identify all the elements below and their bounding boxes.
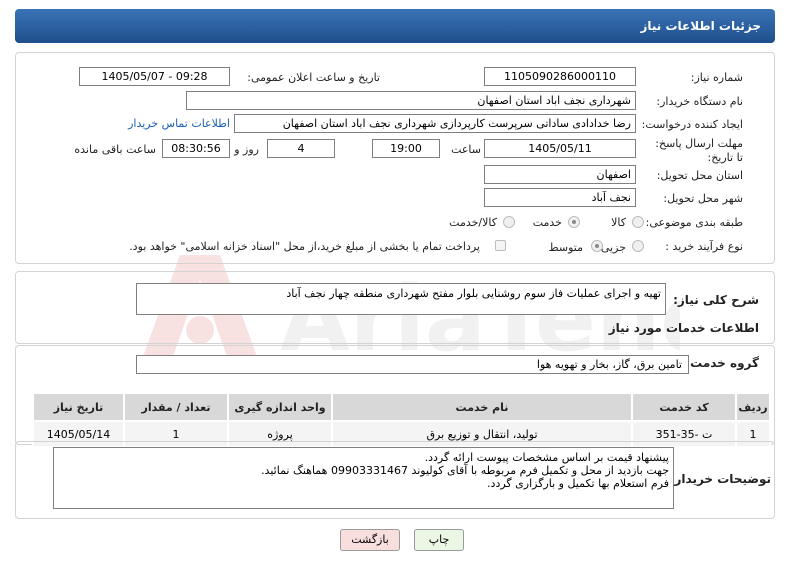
payment-checkbox[interactable]	[495, 240, 506, 251]
back-button[interactable]: بازگشت	[340, 529, 400, 551]
process-minor-radio[interactable]	[632, 240, 644, 252]
buyer-notes-label: توضیحات خریدار:	[669, 472, 771, 486]
buyer-notes-field: پیشنهاد قیمت بر اساس مشخصات پیوست ارائه …	[53, 447, 674, 509]
service-group-field: تامین برق، گاز، بخار و تهویه هوا	[136, 355, 689, 374]
summary-label: شرح کلی نیاز:	[673, 293, 759, 307]
deadline-time-field: 19:00	[372, 139, 440, 158]
col-unit: واحد اندازه گیری	[227, 392, 333, 422]
payment-note: پرداخت تمام یا بخشی از مبلغ خرید،از محل …	[129, 240, 480, 253]
remaining-label: ساعت باقی مانده	[74, 143, 156, 156]
need-number-label: شماره نیاز:	[690, 71, 743, 84]
category-label: طبقه بندی موضوعی:	[645, 216, 743, 229]
col-row: ردیف	[735, 392, 771, 422]
days-field: 4	[267, 139, 335, 158]
col-quantity: تعداد / مقدار	[123, 392, 229, 422]
page-title: جزئیات اطلاعات نیاز	[640, 19, 761, 33]
table-header-row: ردیف کد خدمت نام خدمت واحد اندازه گیری ت…	[32, 392, 771, 422]
city-field: نجف آباد	[484, 188, 636, 207]
announce-field: 1405/05/07 - 09:28	[79, 67, 230, 86]
time-label: ساعت	[451, 143, 481, 156]
creator-field: رضا خدادادی ساداتی سرپرست کارپردازی شهرد…	[234, 114, 636, 133]
city-label: شهر محل تحویل:	[663, 192, 743, 205]
buyer-org-field: شهرداری نجف اباد استان اصفهان	[186, 91, 636, 110]
contact-buyer-link[interactable]: اطلاعات تماس خریدار	[128, 117, 230, 130]
col-need-date: تاریخ نیاز	[32, 392, 125, 422]
creator-label: ایجاد کننده درخواست:	[641, 118, 743, 131]
category-service-radio[interactable]	[568, 216, 580, 228]
need-number-field: 1105090286000110	[484, 67, 636, 86]
process-medium-radio[interactable]	[591, 240, 603, 252]
buyer-note-line-2: جهت بازدید از محل و تکمیل فرم مربوطه با …	[261, 464, 669, 477]
process-option-medium: متوسط	[548, 241, 583, 254]
buyer-note-line-1: پیشنهاد قیمت بر اساس مشخصات پیوست ارائه …	[424, 451, 669, 464]
province-field: اصفهان	[484, 165, 636, 184]
process-label: نوع فرآیند خرید :	[665, 240, 743, 253]
announce-label: تاریخ و ساعت اعلان عمومی:	[247, 71, 380, 84]
category-option-goods-service: کالا/خدمت	[449, 216, 497, 229]
buyer-org-label: نام دستگاه خریدار:	[656, 95, 743, 108]
print-button[interactable]: چاپ	[414, 529, 464, 551]
category-option-service: خدمت	[532, 216, 562, 229]
col-service-code: کد خدمت	[631, 392, 737, 422]
days-label: روز و	[234, 143, 259, 156]
services-section-title: اطلاعات خدمات مورد نیاز	[608, 321, 759, 335]
province-label: استان محل تحویل:	[656, 169, 743, 182]
category-option-goods: کالا	[611, 216, 626, 229]
deadline-date-field: 1405/05/11	[484, 139, 636, 158]
deadline-label: مهلت ارسال پاسخ: تا تاریخ:	[655, 137, 743, 164]
remaining-time-field: 08:30:56	[162, 139, 230, 158]
service-group-label: گروه خدمت:	[685, 356, 759, 370]
services-table: ردیف کد خدمت نام خدمت واحد اندازه گیری ت…	[32, 392, 771, 448]
summary-field: تهیه و اجرای عملیات فاز سوم روشنایی بلوا…	[136, 283, 666, 315]
col-service-name: نام خدمت	[331, 392, 633, 422]
buyer-note-line-3: فرم استعلام بها تکمیل و بارگزاری گردد.	[487, 477, 669, 490]
category-goods-service-radio[interactable]	[503, 216, 515, 228]
process-option-minor: جزیی	[600, 241, 626, 254]
category-goods-radio[interactable]	[632, 216, 644, 228]
page-header: جزئیات اطلاعات نیاز	[15, 9, 775, 43]
